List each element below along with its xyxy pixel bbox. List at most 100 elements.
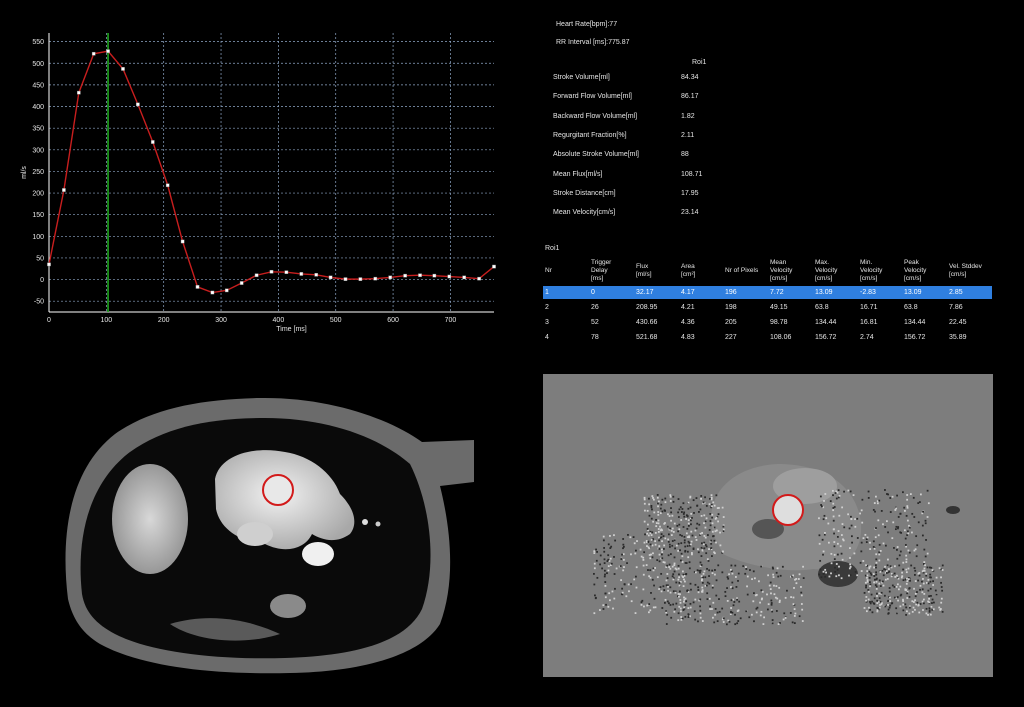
noise-pixel xyxy=(619,565,622,568)
data-point[interactable] xyxy=(136,102,140,107)
roi-circle-magnitude[interactable] xyxy=(262,474,294,506)
data-point[interactable] xyxy=(492,264,496,269)
data-point[interactable] xyxy=(195,285,200,289)
data-point[interactable] xyxy=(239,281,244,285)
noise-pixel xyxy=(660,590,663,593)
data-point[interactable] xyxy=(284,270,289,275)
noise-pixel xyxy=(905,571,908,574)
mri-phase-image[interactable] xyxy=(543,374,993,677)
noise-pixel xyxy=(793,622,796,625)
roi-circle-phase[interactable] xyxy=(772,494,804,526)
data-point[interactable] xyxy=(106,49,110,53)
noise-pixel xyxy=(708,503,711,506)
data-point[interactable] xyxy=(47,262,51,267)
data-point[interactable] xyxy=(388,275,393,280)
noise-pixel xyxy=(659,586,662,588)
data-point[interactable] xyxy=(77,90,81,95)
data-point[interactable] xyxy=(180,239,185,244)
data-point[interactable] xyxy=(447,274,452,279)
noise-pixel xyxy=(697,589,700,591)
data-point[interactable] xyxy=(150,140,155,144)
noise-pixel xyxy=(666,525,669,528)
noise-pixel xyxy=(662,535,665,538)
data-point[interactable] xyxy=(462,275,466,280)
noise-pixel xyxy=(642,573,645,576)
data-point[interactable] xyxy=(432,273,437,278)
noise-pixel xyxy=(762,623,765,625)
noise-pixel xyxy=(897,527,899,530)
noise-pixel xyxy=(930,605,933,608)
noise-pixel xyxy=(876,602,879,604)
data-point[interactable] xyxy=(314,273,319,277)
noise-pixel xyxy=(726,587,728,589)
mri-magnitude-image[interactable] xyxy=(60,394,474,675)
noise-pixel xyxy=(604,581,607,583)
data-point[interactable] xyxy=(418,273,422,278)
noise-pixel xyxy=(613,556,615,558)
data-point[interactable] xyxy=(373,276,378,281)
noise-pixel xyxy=(684,615,687,618)
data-point[interactable] xyxy=(358,277,363,281)
noise-pixel xyxy=(833,506,836,508)
noise-pixel xyxy=(671,575,674,578)
noise-pixel xyxy=(921,600,924,603)
table-row[interactable]: 2 26 208.95 4.21 198 49.15 63.8 16.71 63.8 7.86 xyxy=(543,301,992,314)
noise-pixel xyxy=(621,591,624,594)
noise-pixel xyxy=(915,535,918,538)
table-row[interactable]: 1 0 32.17 4.17 196 7.72 13.09 -2.83 13.09 2.85 xyxy=(543,286,992,299)
table-cell: 134.44 xyxy=(904,319,926,326)
noise-pixel xyxy=(670,529,673,532)
noise-pixel xyxy=(711,555,713,557)
noise-pixel xyxy=(875,573,878,576)
noise-pixel xyxy=(681,508,684,510)
noise-pixel xyxy=(771,610,774,613)
table-row[interactable]: 4 78 521.68 4.83 227 108.06 156.72 2.74 156.72 35… xyxy=(543,331,992,344)
noise-pixel xyxy=(700,497,702,500)
noise-pixel xyxy=(902,603,905,606)
data-point[interactable] xyxy=(224,288,229,293)
noise-pixel xyxy=(678,595,680,598)
noise-pixel xyxy=(868,567,871,570)
noise-pixel xyxy=(775,571,778,574)
noise-pixel xyxy=(749,569,751,571)
noise-pixel xyxy=(691,517,693,519)
data-point[interactable] xyxy=(343,277,348,281)
noise-pixel xyxy=(774,596,777,599)
table-cell: 22.45 xyxy=(949,319,967,326)
noise-pixel xyxy=(868,570,871,573)
data-point[interactable] xyxy=(165,183,170,188)
flow-curve-chart[interactable]: -50 0 50 100 150 200 250 300 350 400 450 500 550 0 100… xyxy=(0,0,510,345)
noise-pixel xyxy=(887,612,890,615)
data-point[interactable] xyxy=(254,273,259,278)
noise-pixel xyxy=(686,515,689,518)
noise-pixel xyxy=(897,599,899,602)
data-point[interactable] xyxy=(299,272,304,276)
noise-pixel xyxy=(925,607,928,610)
noise-pixel xyxy=(914,592,917,595)
noise-pixel xyxy=(908,551,911,554)
data-point[interactable] xyxy=(477,276,481,281)
data-point[interactable] xyxy=(403,273,407,278)
data-point[interactable] xyxy=(62,188,66,192)
noise-pixel xyxy=(671,544,674,547)
table-row[interactable]: 3 52 430.66 4.36 205 98.78 134.44 16.81 134.44 22… xyxy=(543,316,992,329)
noise-pixel xyxy=(722,621,725,623)
noise-pixel xyxy=(880,510,883,512)
noise-pixel xyxy=(673,556,676,559)
noise-pixel xyxy=(737,572,740,575)
noise-pixel xyxy=(681,561,684,563)
noise-pixel xyxy=(669,604,672,606)
noise-pixel xyxy=(927,589,930,592)
table-cell: 63.8 xyxy=(815,304,829,311)
noise-pixel xyxy=(713,526,716,529)
data-point[interactable] xyxy=(210,290,215,295)
noise-pixel xyxy=(650,539,653,541)
noise-pixel xyxy=(793,608,796,610)
data-point[interactable] xyxy=(91,51,96,56)
noise-pixel xyxy=(664,510,666,512)
noise-pixel xyxy=(594,594,596,597)
data-point[interactable] xyxy=(328,275,333,280)
data-point[interactable] xyxy=(121,67,125,71)
noise-pixel xyxy=(634,612,637,614)
data-point[interactable] xyxy=(269,269,274,274)
